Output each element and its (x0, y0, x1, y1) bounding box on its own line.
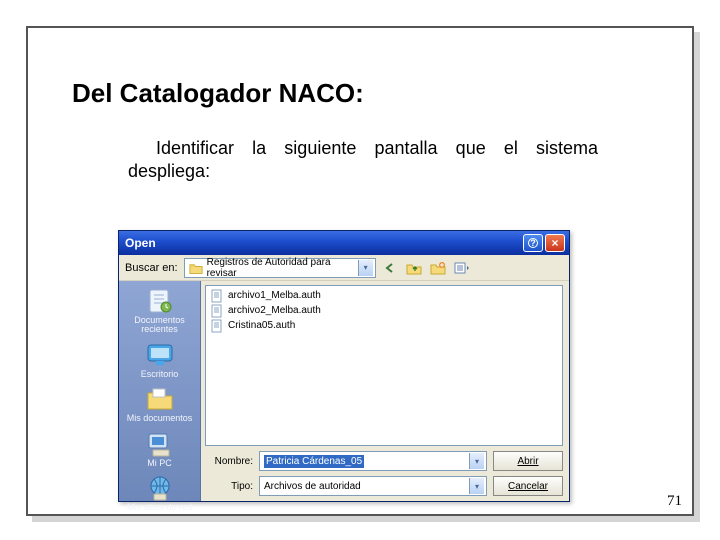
file-icon (210, 304, 224, 318)
dialog-title-text: Open (125, 236, 156, 250)
my-documents-icon (144, 385, 176, 413)
filename-label: Nombre: (205, 456, 253, 467)
views-button[interactable] (452, 258, 472, 278)
page-number: 71 (667, 493, 682, 510)
file-name: archivo2_Melba.auth (228, 305, 321, 316)
folder-icon (189, 262, 203, 274)
open-button[interactable]: Abrir (493, 451, 563, 471)
chevron-down-icon[interactable]: ▾ (358, 260, 373, 276)
look-in-value: Registros de Autoridad para revisar (207, 257, 358, 279)
desktop-icon (144, 341, 176, 369)
look-in-bar: Buscar en: Registros de Autoridad para r… (119, 255, 569, 281)
file-list[interactable]: archivo1_Melba.auth archivo2_Melba.auth … (205, 285, 563, 446)
slide-title: Del Catalogador NACO: (72, 78, 648, 109)
places-recent-label: Documentos recientes (124, 316, 196, 335)
filetype-combo[interactable]: Archivos de autoridad ▾ (259, 476, 487, 496)
filetype-value: Archivos de autoridad (264, 481, 361, 492)
places-desktop-label: Escritorio (124, 370, 196, 379)
look-in-label: Buscar en: (125, 262, 178, 274)
back-button[interactable] (380, 258, 400, 278)
up-one-level-button[interactable] (404, 258, 424, 278)
cancel-button[interactable]: Cancelar (493, 476, 563, 496)
look-in-combo[interactable]: Registros de Autoridad para revisar ▾ (184, 258, 376, 278)
network-places-icon (144, 474, 176, 502)
places-mypc-label: Mi PC (124, 459, 196, 468)
filename-field[interactable]: Patricia Cárdenas_05 ▾ (259, 451, 487, 471)
places-bar: Documentos recientes Escritorio Mis docu… (119, 281, 201, 501)
file-name: archivo1_Melba.auth (228, 290, 321, 301)
file-icon (210, 289, 224, 303)
dialog-titlebar: Open ? × (119, 231, 569, 255)
close-button[interactable]: × (545, 234, 565, 252)
places-mydocs[interactable]: Mis documentos (124, 383, 196, 425)
file-name: Cristina05.auth (228, 320, 295, 331)
recent-documents-icon (144, 287, 176, 315)
chevron-down-icon[interactable]: ▾ (469, 453, 484, 469)
open-dialog: Open ? × Buscar en: Registros de Autorid… (118, 230, 570, 502)
places-network-label: Mis sitios de red (124, 503, 196, 512)
places-network[interactable]: Mis sitios de red (124, 472, 196, 514)
filetype-label: Tipo: (205, 481, 253, 492)
help-button[interactable]: ? (523, 234, 543, 252)
filename-value: Patricia Cárdenas_05 (264, 455, 364, 468)
list-item[interactable]: Cristina05.auth (210, 318, 558, 333)
slide-lead-text: Identificar la siguiente pantalla que el… (128, 137, 598, 184)
places-desktop[interactable]: Escritorio (124, 339, 196, 381)
chevron-down-icon[interactable]: ▾ (469, 478, 484, 494)
my-computer-icon (144, 430, 176, 458)
places-mydocs-label: Mis documentos (124, 414, 196, 423)
places-recent[interactable]: Documentos recientes (124, 285, 196, 337)
list-item[interactable]: archivo1_Melba.auth (210, 288, 558, 303)
list-item[interactable]: archivo2_Melba.auth (210, 303, 558, 318)
file-icon (210, 319, 224, 333)
places-mypc[interactable]: Mi PC (124, 428, 196, 470)
new-folder-button[interactable] (428, 258, 448, 278)
